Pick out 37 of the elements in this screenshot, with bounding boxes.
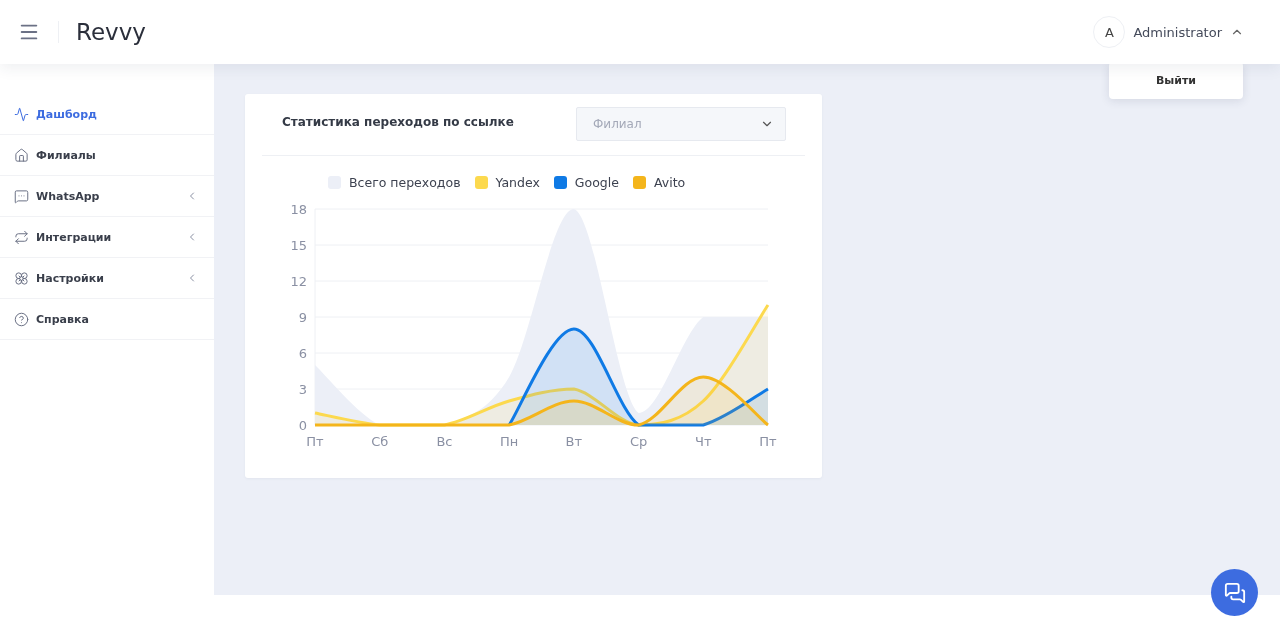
card-title: Статистика переходов по ссылке — [282, 115, 514, 129]
logout-item[interactable]: Выйти — [1149, 73, 1203, 88]
help-icon — [14, 311, 29, 327]
user-menu-button[interactable]: A Administrator — [1093, 16, 1244, 48]
axis-label: 15 — [290, 238, 307, 253]
sidebar-item[interactable]: Справка — [0, 299, 214, 340]
sidebar-item[interactable]: Настройки — [0, 258, 214, 299]
legend-label: Avito — [653, 175, 686, 190]
axis-label: Чт — [695, 434, 712, 449]
axis-label: Пт — [759, 434, 777, 449]
legend-label: Всего переходов — [349, 175, 461, 190]
axis-label: 18 — [290, 202, 307, 217]
axis-label: Сб — [371, 434, 389, 449]
logo: Revvy — [76, 19, 146, 45]
home-icon — [14, 147, 29, 163]
flower-icon — [14, 270, 29, 286]
axis-label: 12 — [290, 274, 307, 289]
sidebar-item[interactable]: Филиалы — [0, 135, 214, 176]
legend-label: Yandex — [495, 175, 540, 190]
axis-label: 6 — [298, 346, 307, 361]
chat-bubble-icon — [14, 188, 29, 204]
axis-label: 3 — [298, 382, 307, 397]
axis-label: Ср — [629, 434, 648, 449]
sidebar-item[interactable]: WhatsApp — [0, 176, 214, 217]
branch-select[interactable]: Филиал — [576, 107, 786, 141]
axis-label: Пт — [306, 434, 324, 449]
axis-label: 0 — [298, 418, 307, 433]
chat-bubbles-icon — [1223, 581, 1246, 604]
legend-label: Google — [574, 175, 619, 190]
pulse-icon — [14, 106, 29, 122]
axis-label: Вт — [565, 434, 583, 449]
sidebar-item[interactable]: Интеграции — [0, 217, 214, 258]
axis-label: 9 — [298, 310, 307, 325]
repeat-arrows-icon — [14, 229, 29, 245]
axis-label: Вс — [436, 434, 453, 449]
axis-label: Пн — [500, 434, 519, 449]
sidebar-item[interactable]: Дашборд — [0, 94, 214, 135]
